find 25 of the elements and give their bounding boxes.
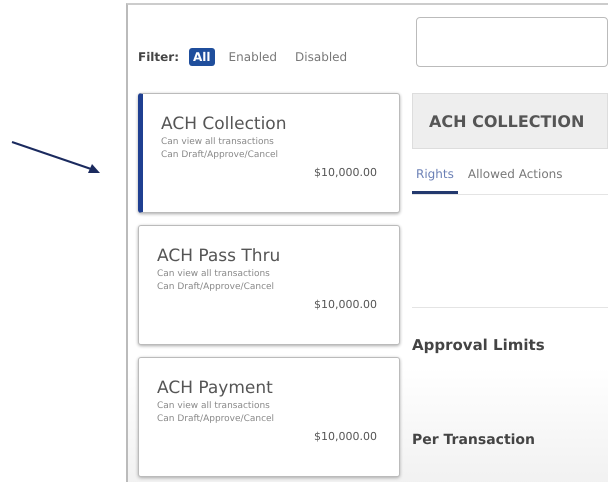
section-heading: Per Transaction — [412, 432, 536, 448]
card-detail: Can view all transactions — [157, 268, 271, 281]
card-title: ACH Collection — [161, 114, 288, 134]
section-heading: Approval Limits — [412, 336, 546, 354]
account-card[interactable]: ACH Collection Can view all transactions Can Draft/Approve/Cancel $10,000.00 — [138, 93, 400, 213]
card-amount: $10,000.00 — [314, 298, 377, 311]
tab[interactable]: Rights — [412, 163, 458, 194]
tab[interactable]: Allowed Actions — [464, 163, 567, 194]
card-detail: Can Draft/Approve/Cancel — [157, 281, 276, 294]
card-title: ACH Payment — [157, 378, 274, 398]
filter-option[interactable]: All — [189, 48, 215, 66]
filter-label: Filter: — [138, 50, 180, 64]
card-detail: Can view all transactions — [161, 136, 275, 149]
card-amount: $10,000.00 — [314, 430, 377, 443]
card-title: ACH Pass Thru — [157, 246, 282, 266]
account-card[interactable]: ACH Pass Thru Can view all transactions Can Draft/Approve/Cancel $10,000.00 — [138, 225, 400, 345]
detail-title: ACH COLLECTION — [429, 112, 584, 130]
card-detail: Can Draft/Approve/Cancel — [161, 149, 280, 162]
card-amount: $10,000.00 — [314, 166, 377, 179]
search-field[interactable] — [416, 17, 608, 67]
filter-option[interactable]: Enabled — [224, 48, 282, 66]
card-detail: Can Draft/Approve/Cancel — [157, 413, 276, 426]
filter-option[interactable]: Disabled — [291, 48, 352, 66]
card-detail: Can view all transactions — [157, 400, 271, 413]
account-card[interactable]: ACH Payment Can view all transactions Can Draft/Approve/Cancel $10,000.00 — [138, 357, 400, 477]
